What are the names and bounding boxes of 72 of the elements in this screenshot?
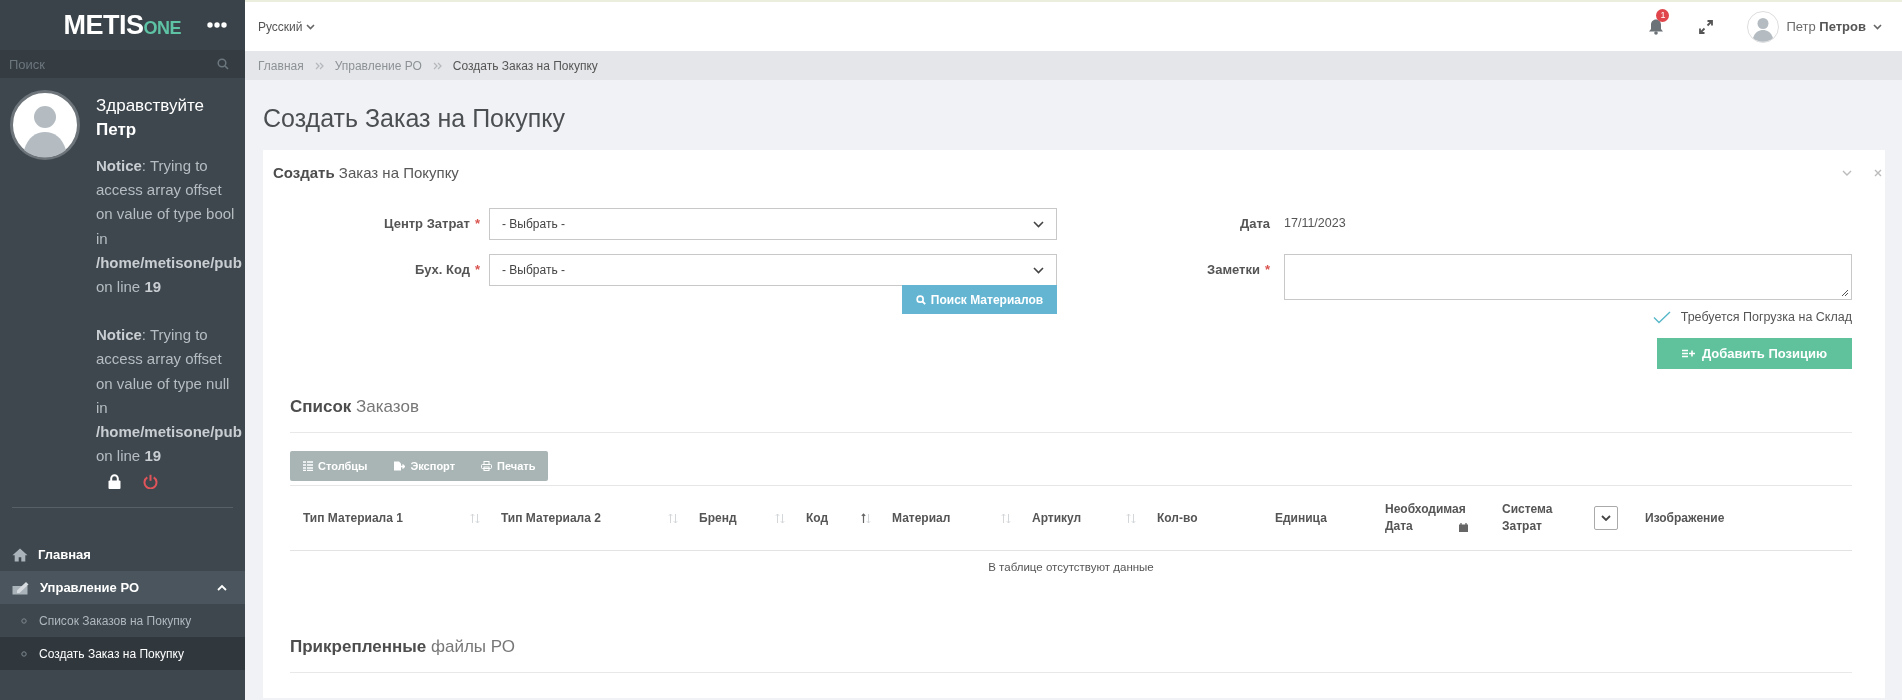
submenu-item[interactable]: Список Заказов на Покупку — [0, 604, 245, 638]
section-title: Прикрепленные файлы РО — [290, 636, 515, 657]
field-label: Дата — [1239, 216, 1270, 231]
user-menu[interactable]: Петр Петров — [1747, 10, 1882, 43]
caret-icon — [1033, 266, 1044, 274]
card-title: Создать Заказ на Покупку — [273, 164, 459, 181]
caret-icon — [1601, 515, 1611, 521]
chevron-icon — [1873, 23, 1882, 30]
chevron-icon — [432, 61, 442, 70]
search-field[interactable]: Поиск — [0, 50, 245, 78]
warehouse-checkbox[interactable]: Требуется Погрузка на Склад — [1652, 310, 1852, 324]
required-mark: * — [474, 216, 480, 231]
bell-icon[interactable] — [1647, 18, 1666, 35]
submenu-item[interactable]: Создать Заказ на Покупку — [0, 637, 245, 671]
notice-message: Notice: Trying to access array offset on value of type null in /home/metisone/pub on line 19 — [96, 325, 242, 467]
power-icon[interactable] — [143, 474, 158, 490]
lock-icon[interactable] — [108, 474, 121, 490]
user-name: Петр — [96, 119, 138, 141]
home-icon — [12, 547, 28, 562]
search-input[interactable]: Поиск — [9, 50, 217, 78]
language-dropdown[interactable]: Русский — [258, 19, 315, 34]
field-value: 17/11/2023 — [1284, 215, 1346, 230]
breadcrumb-link[interactable]: Создать Заказ на Покупку — [452, 58, 598, 73]
notice-message: Notice: Trying to access array offset on value of type bool in /home/metisone/pub on line 19 — [96, 156, 242, 297]
sort-icon[interactable] — [861, 512, 871, 524]
column-toggle-button[interactable] — [1594, 506, 1618, 530]
column-header: Система Затрат — [1502, 501, 1554, 535]
calendar-icon — [1459, 523, 1468, 532]
column-header: Единица — [1275, 509, 1327, 527]
columns-icon — [303, 461, 313, 471]
column-header: Кол-во — [1157, 509, 1198, 527]
expand-icon[interactable] — [1699, 19, 1714, 34]
bullet-icon — [21, 650, 27, 657]
resize-grip-icon — [1841, 289, 1849, 297]
menu-item[interactable]: Главная — [0, 538, 245, 572]
caret-icon — [1033, 220, 1044, 228]
menu-icon[interactable] — [207, 22, 227, 28]
chevron-icon — [314, 61, 324, 70]
column-header[interactable]: Тип Материала 1 — [303, 509, 403, 527]
notes-field[interactable] — [1284, 254, 1852, 300]
bullet-icon — [21, 617, 27, 624]
required-mark: * — [474, 262, 480, 277]
search-icon — [217, 58, 229, 70]
page-title: Создать Заказ на Покупку — [263, 103, 566, 134]
field-label: Заметки — [1207, 262, 1260, 277]
close-icon[interactable] — [1874, 168, 1882, 177]
edit-icon — [12, 580, 30, 595]
collapse-icon[interactable] — [1842, 169, 1852, 176]
check-icon — [1652, 310, 1671, 324]
export-icon — [393, 461, 406, 471]
avatar — [1747, 10, 1780, 43]
greeting: Здравствуйте — [96, 95, 205, 117]
chevron-icon — [217, 584, 227, 592]
section-title: Список Заказов — [290, 396, 419, 417]
column-header[interactable]: Бренд — [699, 509, 737, 527]
search-icon — [915, 294, 926, 305]
chevron-icon — [305, 23, 315, 30]
field-label: Бух. Код — [414, 262, 470, 277]
column-header[interactable]: Код — [806, 509, 829, 527]
column-header[interactable]: Тип Материала 2 — [501, 509, 601, 527]
printer-icon — [481, 461, 493, 471]
column-header: Изображение — [1645, 509, 1725, 527]
column-header[interactable]: Артикул — [1032, 509, 1082, 527]
empty-table-message: В таблице отсутствуют данные — [988, 561, 1154, 573]
field-label: Центр Затрат — [384, 216, 470, 231]
required-mark: * — [1264, 262, 1270, 277]
menu-item[interactable]: Управление РО — [0, 571, 245, 605]
select-field[interactable]: - Выбрать - — [489, 208, 1057, 240]
notification-badge: 1 — [1656, 9, 1670, 22]
column-header[interactable]: Материал — [892, 509, 951, 527]
avatar — [10, 90, 80, 160]
list-plus-icon — [1681, 349, 1695, 358]
